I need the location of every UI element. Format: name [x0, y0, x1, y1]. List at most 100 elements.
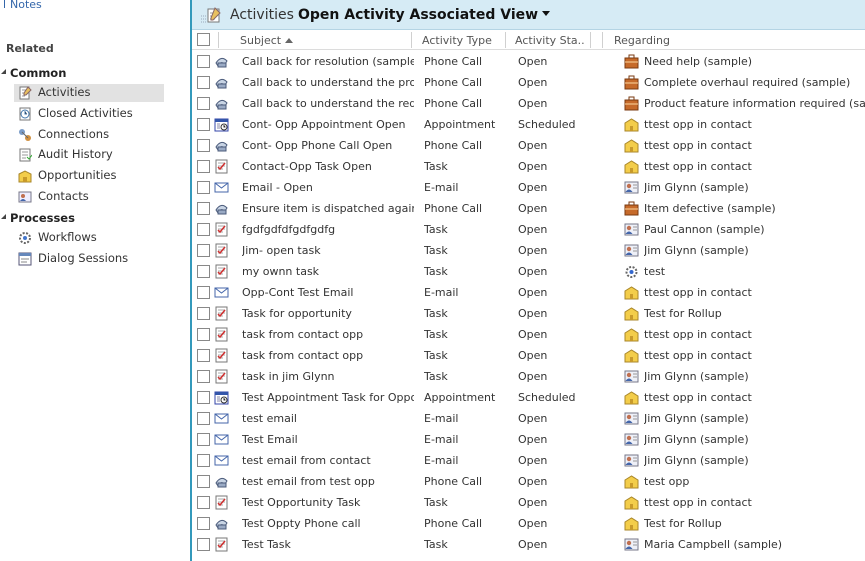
subject-link[interactable]: Task for opportunity — [242, 307, 414, 320]
table-row[interactable]: Opp-Cont Test Email E-mail Open ttest opp i… — [192, 282, 865, 303]
subject-link[interactable]: Test Oppty Phone call — [242, 517, 414, 530]
row-checkbox[interactable] — [197, 244, 210, 257]
subject-link[interactable]: task from contact opp — [242, 328, 414, 341]
regarding-link[interactable]: Jim Glynn (sample) — [644, 454, 865, 467]
subject-link[interactable]: Opp-Cont Test Email — [242, 286, 414, 299]
regarding-link[interactable]: Jim Glynn (sample) — [644, 412, 865, 425]
row-checkbox[interactable] — [197, 412, 210, 425]
row-checkbox[interactable] — [197, 538, 210, 551]
table-row[interactable]: task in jim Glynn Task Open Jim Glynn (samp… — [192, 366, 865, 387]
regarding-link[interactable]: ttest opp in contact — [644, 286, 865, 299]
table-row[interactable]: test email E-mail Open Jim Glynn (sample) — [192, 408, 865, 429]
regarding-link[interactable]: Complete overhaul required (sample) — [644, 76, 865, 89]
subject-link[interactable]: Call back to understand the requ... — [242, 97, 414, 110]
regarding-link[interactable]: Test for Rollup — [644, 307, 865, 320]
sidebar-item-connections[interactable]: Connections — [14, 126, 164, 144]
table-row[interactable]: Test Appointment Task for Oppo... Appoint… — [192, 387, 865, 408]
regarding-link[interactable]: ttest opp in contact — [644, 160, 865, 173]
subject-link[interactable]: Ensure item is dispatched again a... — [242, 202, 414, 215]
column-separator[interactable] — [505, 32, 506, 48]
table-row[interactable]: Call back to understand the prob... Phone… — [192, 72, 865, 93]
subject-link[interactable]: test email from test opp — [242, 475, 414, 488]
table-row[interactable]: Ensure item is dispatched again a... Phon… — [192, 198, 865, 219]
regarding-link[interactable]: ttest opp in contact — [644, 139, 865, 152]
table-row[interactable]: Test Oppty Phone call Phone Call Open Test … — [192, 513, 865, 534]
table-row[interactable]: task from contact opp Task Open ttest opp i… — [192, 324, 865, 345]
row-checkbox[interactable] — [197, 202, 210, 215]
regarding-link[interactable]: Jim Glynn (sample) — [644, 181, 865, 194]
row-checkbox[interactable] — [197, 496, 210, 509]
column-header-activity-status[interactable]: Activity Sta... — [515, 34, 585, 47]
subject-link[interactable]: test email from contact — [242, 454, 414, 467]
sidebar-item-closed-activities[interactable]: Closed Activities — [14, 105, 164, 123]
nav-section-processes[interactable]: Processes — [0, 211, 75, 225]
table-row[interactable]: test email from test opp Phone Call Open te… — [192, 471, 865, 492]
regarding-link[interactable]: ttest opp in contact — [644, 328, 865, 341]
table-row[interactable]: my ownn task Task Open test — [192, 261, 865, 282]
nav-section-common[interactable]: Common — [0, 66, 66, 80]
regarding-link[interactable]: Jim Glynn (sample) — [644, 433, 865, 446]
subject-link[interactable]: test email — [242, 412, 414, 425]
subject-link[interactable]: task in jim Glynn — [242, 370, 414, 383]
row-checkbox[interactable] — [197, 433, 210, 446]
table-row[interactable]: Call back for resolution (sample) Phone C… — [192, 51, 865, 72]
subject-link[interactable]: Test Appointment Task for Oppo... — [242, 391, 414, 404]
row-checkbox[interactable] — [197, 286, 210, 299]
row-checkbox[interactable] — [197, 349, 210, 362]
row-checkbox[interactable] — [197, 475, 210, 488]
row-checkbox[interactable] — [197, 265, 210, 278]
sidebar-item-activities[interactable]: Activities — [14, 84, 164, 102]
row-checkbox[interactable] — [197, 160, 210, 173]
column-header-subject[interactable]: Subject — [240, 34, 294, 47]
table-row[interactable]: Call back to understand the requ... Phone… — [192, 93, 865, 114]
regarding-link[interactable]: test opp — [644, 475, 865, 488]
regarding-link[interactable]: Need help (sample) — [644, 55, 865, 68]
row-checkbox[interactable] — [197, 139, 210, 152]
table-row[interactable]: Test Email E-mail Open Jim Glynn (sample) — [192, 429, 865, 450]
view-selector[interactable]: Open Activity Associated View — [298, 7, 551, 23]
regarding-link[interactable]: Test for Rollup — [644, 517, 865, 530]
table-row[interactable]: Cont- Opp Appointment Open Appointment Sch… — [192, 114, 865, 135]
table-row[interactable]: Test Task Task Open Maria Campbell (sample) — [192, 534, 865, 555]
subject-link[interactable]: Test Task — [242, 538, 414, 551]
regarding-link[interactable]: Jim Glynn (sample) — [644, 244, 865, 257]
regarding-link[interactable]: ttest opp in contact — [644, 496, 865, 509]
row-checkbox[interactable] — [197, 328, 210, 341]
row-checkbox[interactable] — [197, 223, 210, 236]
subject-link[interactable]: Test Email — [242, 433, 414, 446]
subject-link[interactable]: Contact-Opp Task Open — [242, 160, 414, 173]
table-row[interactable]: Jim- open task Task Open Jim Glynn (sample) — [192, 240, 865, 261]
row-checkbox[interactable] — [197, 517, 210, 530]
regarding-link[interactable]: Paul Cannon (sample) — [644, 223, 865, 236]
table-row[interactable]: test email from contact E-mail Open Jim Gly… — [192, 450, 865, 471]
regarding-link[interactable]: Jim Glynn (sample) — [644, 370, 865, 383]
row-checkbox[interactable] — [197, 76, 210, 89]
subject-link[interactable]: Email - Open — [242, 181, 414, 194]
regarding-link[interactable]: Product feature information required (sa… — [644, 97, 865, 110]
table-row[interactable]: Task for opportunity Task Open Test for Rol… — [192, 303, 865, 324]
row-checkbox[interactable] — [197, 307, 210, 320]
column-header-regarding[interactable]: Regarding — [614, 34, 670, 47]
regarding-link[interactable]: Item defective (sample) — [644, 202, 865, 215]
subject-link[interactable]: task from contact opp — [242, 349, 414, 362]
regarding-link[interactable]: ttest opp in contact — [644, 118, 865, 131]
column-separator[interactable] — [590, 32, 591, 48]
sidebar-item-opportunities[interactable]: Opportunities — [14, 167, 164, 185]
subject-link[interactable]: Jim- open task — [242, 244, 414, 257]
table-row[interactable]: Cont- Opp Phone Call Open Phone Call Open t… — [192, 135, 865, 156]
table-row[interactable]: Contact-Opp Task Open Task Open ttest opp i… — [192, 156, 865, 177]
row-checkbox[interactable] — [197, 55, 210, 68]
subject-link[interactable]: Test Opportunity Task — [242, 496, 414, 509]
regarding-link[interactable]: Maria Campbell (sample) — [644, 538, 865, 551]
table-row[interactable]: Test Opportunity Task Task Open ttest opp i… — [192, 492, 865, 513]
subject-link[interactable]: Cont- Opp Appointment Open — [242, 118, 414, 131]
column-separator[interactable] — [602, 32, 603, 48]
notes-link[interactable]: Notes — [4, 0, 42, 11]
table-row[interactable]: Email - Open E-mail Open Jim Glynn (sample) — [192, 177, 865, 198]
sidebar-item-workflows[interactable]: Workflows — [14, 229, 164, 247]
column-header-activity-type[interactable]: Activity Type — [422, 34, 507, 47]
subject-link[interactable]: Call back to understand the prob... — [242, 76, 414, 89]
subject-link[interactable]: Cont- Opp Phone Call Open — [242, 139, 414, 152]
sidebar-item-audit-history[interactable]: Audit History — [14, 146, 164, 164]
row-checkbox[interactable] — [197, 391, 210, 404]
